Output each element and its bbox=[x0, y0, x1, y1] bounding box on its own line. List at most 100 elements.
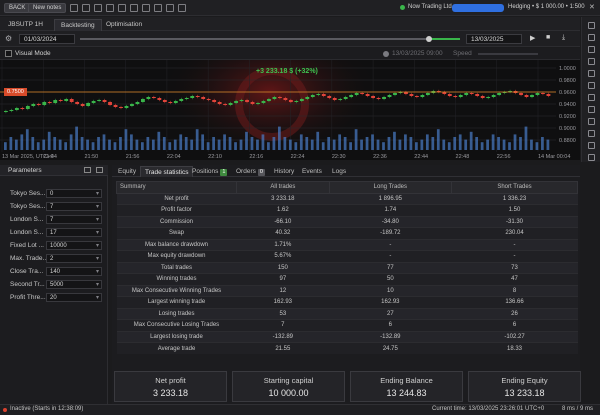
close-icon[interactable]: ✕ bbox=[589, 3, 595, 11]
user-icon[interactable] bbox=[154, 4, 162, 12]
window-icon[interactable] bbox=[82, 4, 90, 12]
volume-bar bbox=[162, 137, 166, 150]
candle bbox=[36, 104, 41, 105]
copy-icon[interactable] bbox=[166, 4, 174, 12]
param-value[interactable]: 7 bbox=[46, 215, 102, 224]
price-chart[interactable]: 1.0000 0.9800 0.9600 0.9400 0.9200 0.9000 0.88… bbox=[0, 60, 580, 160]
chart-icon[interactable] bbox=[106, 4, 114, 12]
volume-bar bbox=[464, 139, 468, 150]
param-value[interactable]: 17 bbox=[46, 228, 102, 237]
tab-logs[interactable]: Logs bbox=[328, 166, 350, 177]
horizontal-line-icon[interactable] bbox=[587, 58, 595, 65]
candle bbox=[327, 96, 332, 98]
volume-bar bbox=[36, 142, 40, 150]
candle bbox=[321, 94, 326, 96]
candle bbox=[425, 93, 430, 95]
stat-value: 150 bbox=[236, 261, 330, 274]
measure-icon[interactable] bbox=[587, 142, 595, 149]
range-slider-track[interactable] bbox=[80, 36, 460, 42]
table-row: Losing trades 53 27 26 bbox=[116, 307, 578, 320]
candle bbox=[25, 106, 30, 109]
visual-mode-checkbox[interactable] bbox=[5, 50, 12, 57]
parameters-header: Parameters bbox=[0, 165, 108, 176]
tab-backtesting[interactable]: Backtesting bbox=[54, 19, 102, 31]
param-value[interactable]: 20 bbox=[46, 293, 102, 302]
chart-canvas[interactable]: 1.0000 0.9800 0.9600 0.9400 0.9200 0.9000 0.88… bbox=[0, 60, 580, 160]
status-bar: Inactive (Starts in 12:38:09) Current ti… bbox=[0, 404, 600, 415]
grid-icon[interactable] bbox=[94, 4, 102, 12]
tab-events[interactable]: Events bbox=[298, 166, 326, 177]
candle bbox=[393, 93, 397, 95]
volume-bar bbox=[278, 126, 281, 150]
candle bbox=[151, 97, 156, 98]
tab-positions[interactable]: Positions 1 bbox=[188, 166, 231, 177]
stat-value: - bbox=[451, 250, 578, 262]
candle bbox=[75, 102, 80, 104]
y-tick-label: 1.0000 bbox=[559, 66, 576, 72]
magnet-icon[interactable] bbox=[587, 154, 595, 161]
log-icon[interactable] bbox=[178, 4, 186, 12]
trend-line-icon[interactable] bbox=[587, 82, 595, 89]
volume-bar bbox=[20, 134, 24, 150]
tab-trade-statistics[interactable]: Trade statistics bbox=[140, 166, 194, 177]
volume-bar bbox=[502, 139, 506, 150]
shape-icon[interactable] bbox=[587, 106, 595, 113]
range-slider-handle[interactable] bbox=[426, 36, 432, 42]
stat-value: -31.30 bbox=[451, 215, 578, 228]
new-notes-button[interactable]: New notes bbox=[28, 3, 67, 13]
param-value[interactable]: 10000 bbox=[46, 241, 102, 250]
visual-mode-time: 13/03/2025 09:00 bbox=[392, 50, 443, 57]
param-label: Tokyo Ses... bbox=[10, 190, 46, 197]
param-label: Profit Thre... bbox=[10, 294, 46, 301]
bar-chart-icon[interactable] bbox=[118, 4, 126, 12]
gear-icon[interactable]: ⚙ bbox=[5, 34, 12, 43]
candle bbox=[278, 97, 282, 98]
vertical-line-icon[interactable] bbox=[587, 70, 595, 77]
list-icon[interactable] bbox=[142, 4, 150, 12]
candle bbox=[464, 93, 469, 95]
candle bbox=[9, 110, 14, 111]
start-date-field[interactable]: 01/03/2024 bbox=[19, 34, 75, 44]
tab-equity[interactable]: Equity bbox=[114, 166, 140, 177]
table-row: Largest winning trade 162.93 162.93 136.66 bbox=[116, 296, 578, 308]
back-button[interactable]: BACK bbox=[4, 3, 31, 13]
candle bbox=[234, 101, 238, 103]
summary-value: 13 244.83 bbox=[386, 388, 427, 398]
candle bbox=[376, 98, 381, 99]
tab-history[interactable]: History bbox=[270, 166, 298, 177]
stat-value: 6 bbox=[329, 319, 452, 331]
volume-bar bbox=[415, 142, 418, 150]
param-value[interactable]: 7 bbox=[46, 202, 102, 211]
fibonacci-icon[interactable] bbox=[587, 94, 595, 101]
tab-symbol[interactable]: JBSUTP 1H bbox=[2, 19, 49, 31]
candle bbox=[20, 108, 25, 109]
save-icon[interactable]: ⤓ bbox=[562, 34, 565, 42]
settings-icon[interactable] bbox=[130, 4, 138, 12]
tab-orders[interactable]: Orders 0 bbox=[232, 166, 269, 177]
param-row: Profit Thre... 20 bbox=[8, 293, 104, 303]
save-icon[interactable] bbox=[96, 167, 103, 173]
param-value[interactable]: 5000 bbox=[46, 280, 102, 289]
cursor-icon[interactable] bbox=[587, 22, 595, 29]
param-value[interactable]: 140 bbox=[46, 267, 102, 276]
stop-icon[interactable]: ■ bbox=[546, 34, 550, 41]
line-icon[interactable] bbox=[587, 46, 595, 53]
play-icon[interactable]: ▶ bbox=[530, 34, 535, 42]
layout-icon[interactable] bbox=[70, 4, 78, 12]
tab-optimisation[interactable]: Optimisation bbox=[100, 19, 148, 31]
candle bbox=[206, 99, 211, 100]
crosshair-icon[interactable] bbox=[587, 34, 595, 41]
y-tick-label: 0.9600 bbox=[559, 90, 576, 96]
positions-count-badge: 1 bbox=[220, 169, 228, 176]
param-value[interactable]: 2 bbox=[46, 254, 102, 263]
candle bbox=[541, 93, 545, 94]
pencil-icon[interactable] bbox=[587, 130, 595, 137]
candle bbox=[64, 99, 69, 101]
speed-slider[interactable] bbox=[478, 53, 538, 55]
param-value[interactable]: 0 bbox=[46, 189, 102, 198]
window-icon[interactable] bbox=[84, 167, 91, 173]
candle bbox=[86, 103, 91, 106]
end-date-field[interactable]: 13/03/2025 bbox=[466, 34, 522, 44]
text-icon[interactable] bbox=[587, 118, 595, 125]
candle bbox=[310, 95, 315, 97]
